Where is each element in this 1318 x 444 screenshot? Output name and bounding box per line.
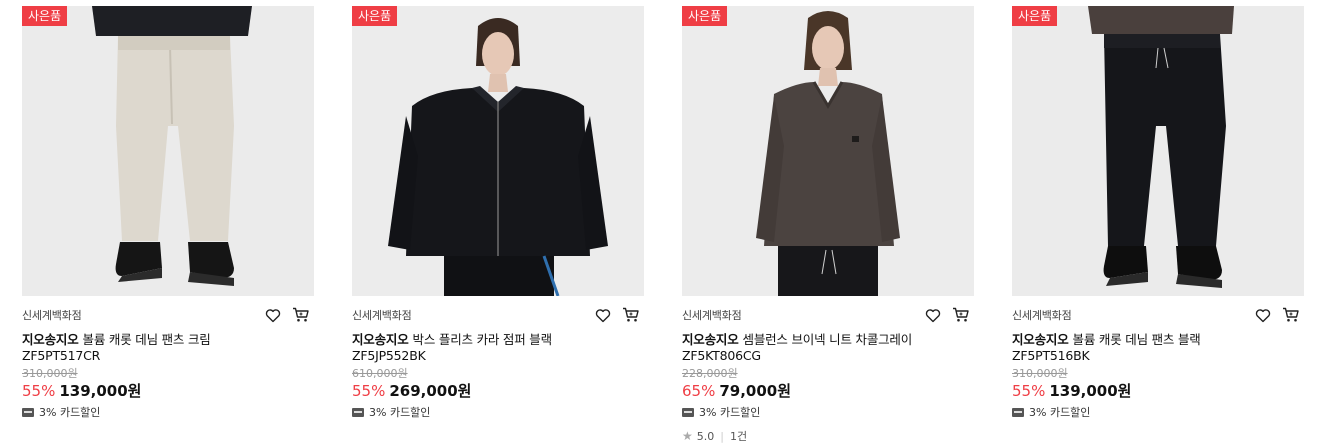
product-card[interactable]: 사은품 신세계백화점 — [682, 6, 974, 444]
seller-name: 신세계백화점 — [352, 309, 412, 322]
sale-price: 139,000원 — [59, 382, 142, 400]
price-row: 55% 139,000원 — [1012, 382, 1304, 401]
price-row: 65% 79,000원 — [682, 382, 974, 401]
discount-rate: 55% — [22, 382, 56, 400]
review-count: 1건 — [729, 430, 748, 443]
brand-name: 지오송지오 — [682, 332, 739, 347]
brand-name: 지오송지오 — [352, 332, 409, 347]
seller-name: 신세계백화점 — [682, 309, 742, 322]
product-photo-black-pants — [1012, 6, 1304, 296]
product-photo-charcoal-knit — [682, 6, 974, 296]
heart-icon[interactable] — [264, 307, 282, 323]
product-title[interactable]: 지오송지오 볼륨 캐롯 데님 팬츠 크림 ZF5PT517CR — [22, 332, 284, 364]
gift-badge: 사은품 — [22, 6, 68, 26]
card-icon — [22, 407, 34, 417]
sale-price: 79,000원 — [719, 382, 792, 400]
card-actions — [1254, 307, 1300, 323]
product-image[interactable]: 사은품 — [22, 6, 314, 296]
gift-badge: 사은품 — [352, 6, 398, 26]
card-discount-text: 3% 카드할인 — [369, 406, 431, 419]
cart-icon[interactable] — [1282, 307, 1300, 323]
product-photo-cream-pants — [22, 6, 314, 296]
rating-row: ★ 5.0 | 1건 — [682, 428, 974, 444]
seller-row: 신세계백화점 — [352, 307, 644, 323]
product-card[interactable]: 사은품 신세계백화점 — [352, 6, 644, 420]
product-photo-black-jacket — [352, 6, 644, 296]
cart-icon[interactable] — [622, 307, 640, 323]
seller-name: 신세계백화점 — [1012, 309, 1072, 322]
product-card[interactable]: 사은품 신세계백화점 — [22, 6, 314, 420]
card-discount-text: 3% 카드할인 — [1029, 406, 1091, 419]
product-image[interactable]: 사은품 — [352, 6, 644, 296]
card-icon — [352, 407, 364, 417]
product-image[interactable]: 사은품 — [1012, 6, 1304, 296]
discount-rate: 55% — [352, 382, 386, 400]
original-price: 228,000원 — [682, 367, 738, 380]
product-image[interactable]: 사은품 — [682, 6, 974, 296]
gift-badge: 사은품 — [682, 6, 728, 26]
heart-icon[interactable] — [1254, 307, 1272, 323]
product-title[interactable]: 지오송지오 박스 플리츠 카라 점퍼 블랙 ZF5JP552BK — [352, 332, 614, 364]
seller-row: 신세계백화점 — [22, 307, 314, 323]
cart-icon[interactable] — [292, 307, 310, 323]
card-actions — [924, 307, 970, 323]
sale-price: 269,000원 — [389, 382, 472, 400]
card-actions — [264, 307, 310, 323]
brand-name: 지오송지오 — [1012, 332, 1069, 347]
heart-icon[interactable] — [594, 307, 612, 323]
card-icon — [1012, 407, 1024, 417]
heart-icon[interactable] — [924, 307, 942, 323]
product-grid: 사은품 신세계백화점 지오송지오 볼륨 캐롯 데님 팬츠 크림 ZF5PT517… — [0, 0, 1318, 443]
seller-name: 신세계백화점 — [22, 309, 82, 322]
discount-rate: 65% — [682, 382, 716, 400]
original-price: 610,000원 — [352, 367, 408, 380]
star-icon: ★ — [682, 428, 693, 443]
original-price: 310,000원 — [22, 367, 78, 380]
card-discount-row: 3% 카드할인 — [682, 404, 974, 420]
seller-row: 신세계백화점 — [1012, 307, 1304, 323]
product-title[interactable]: 지오송지오 셈블런스 브이넥 니트 차콜그레이 ZF5KT806CG — [682, 332, 944, 364]
card-discount-row: 3% 카드할인 — [1012, 404, 1304, 420]
discount-rate: 55% — [1012, 382, 1046, 400]
price-row: 55% 139,000원 — [22, 382, 314, 401]
product-card[interactable]: 사은품 신세계백화점 — [1012, 6, 1304, 420]
card-discount-row: 3% 카드할인 — [352, 404, 644, 420]
product-title[interactable]: 지오송지오 볼륨 캐롯 데님 팬츠 블랙 ZF5PT516BK — [1012, 332, 1274, 364]
sale-price: 139,000원 — [1049, 382, 1132, 400]
gift-badge: 사은품 — [1012, 6, 1058, 26]
card-discount-text: 3% 카드할인 — [39, 406, 101, 419]
card-icon — [682, 407, 694, 417]
card-actions — [594, 307, 640, 323]
card-discount-row: 3% 카드할인 — [22, 404, 314, 420]
divider: | — [720, 429, 724, 443]
price-row: 55% 269,000원 — [352, 382, 644, 401]
original-price: 310,000원 — [1012, 367, 1068, 380]
brand-name: 지오송지오 — [22, 332, 79, 347]
card-discount-text: 3% 카드할인 — [699, 406, 761, 419]
cart-icon[interactable] — [952, 307, 970, 323]
seller-row: 신세계백화점 — [682, 307, 974, 323]
rating-score: 5.0 — [696, 429, 715, 443]
